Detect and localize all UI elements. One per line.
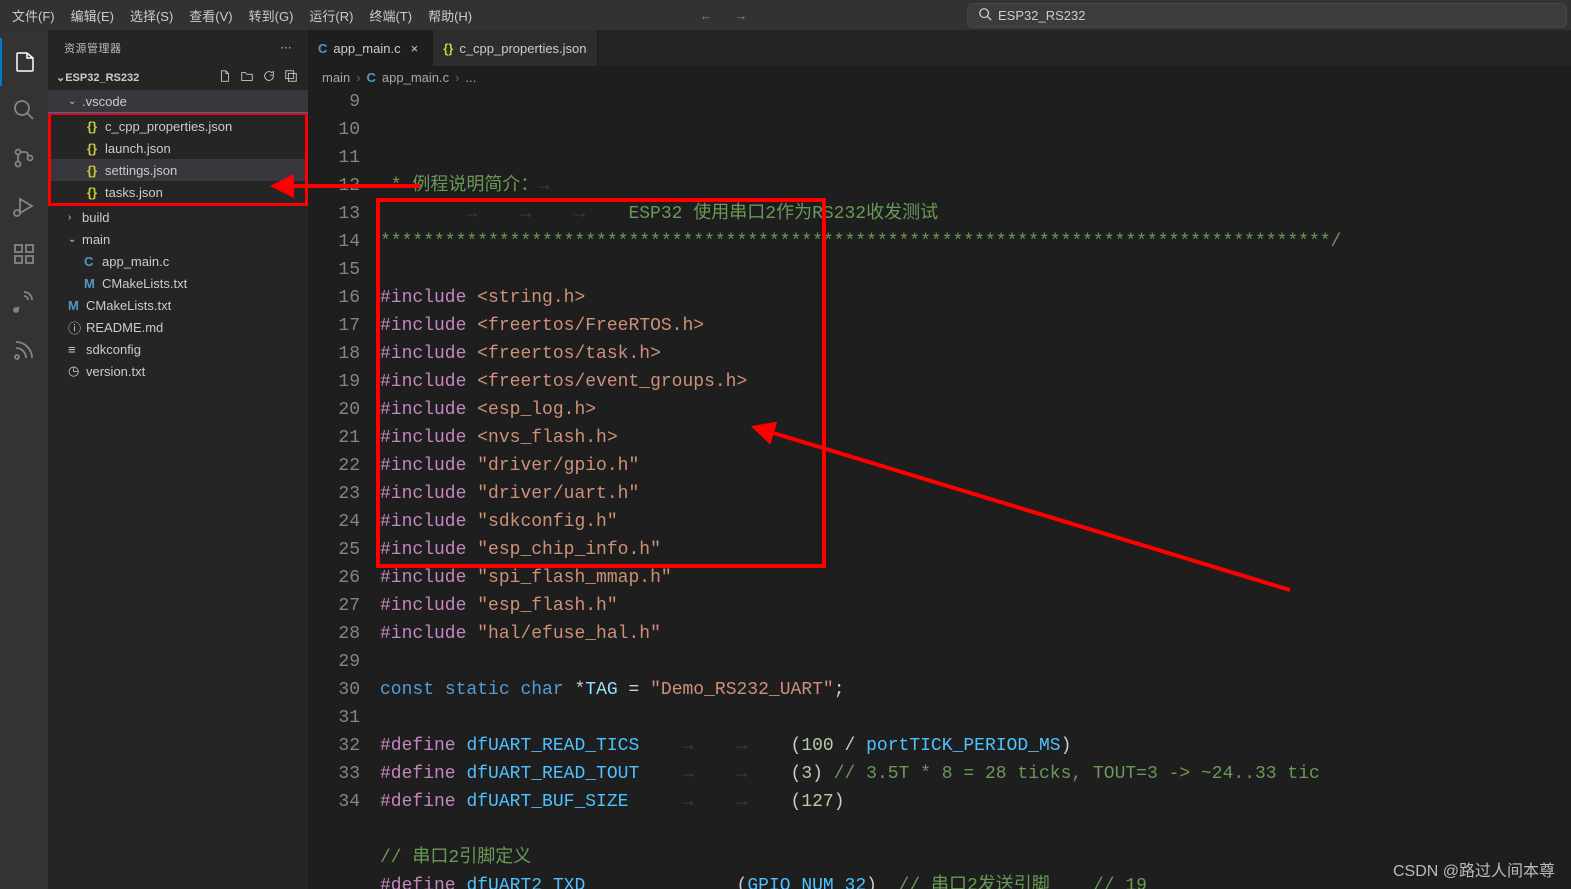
tabs: C app_main.c × {} c_cpp_properties.json	[308, 30, 1571, 66]
search-text: ESP32_RS232	[998, 8, 1085, 23]
menu-item[interactable]: 帮助(H)	[420, 2, 480, 29]
collapse-icon[interactable]	[282, 67, 300, 88]
file-settings-json[interactable]: {} settings.json	[51, 159, 305, 181]
sidebar: 资源管理器 ⋯ ⌄ ESP32_RS232 ⌄ .vscode {} c_cpp…	[48, 30, 308, 889]
json-file-icon: {}	[87, 141, 105, 156]
menu-item[interactable]: 转到(G)	[241, 2, 302, 29]
file-readme[interactable]: ⓘ README.md	[48, 316, 308, 338]
file-cmakelists-main[interactable]: M CMakeLists.txt	[48, 272, 308, 294]
json-file-icon: {}	[87, 119, 105, 134]
nav-back-icon[interactable]: ←	[694, 6, 719, 25]
json-file-icon: {}	[87, 185, 105, 200]
editor-area: C app_main.c × {} c_cpp_properties.json …	[308, 30, 1571, 889]
menu-item[interactable]: 文件(F)	[4, 2, 63, 29]
source-control-icon[interactable]	[0, 134, 48, 182]
search-icon	[978, 7, 992, 24]
search-activity-icon[interactable]	[0, 86, 48, 134]
code-editor[interactable]: 9101112131415161718192021222324252627282…	[308, 88, 1571, 889]
tab-label: c_cpp_properties.json	[459, 41, 586, 56]
extensions-icon[interactable]	[0, 230, 48, 278]
c-file-icon: C	[84, 254, 102, 269]
file-app-main-c[interactable]: C app_main.c	[48, 250, 308, 272]
sidebar-project[interactable]: ⌄ ESP32_RS232	[48, 65, 308, 90]
activity-bar	[0, 30, 48, 889]
chevron-right-icon: ›	[455, 70, 459, 85]
json-file-icon: {}	[87, 163, 105, 178]
menu-item[interactable]: 编辑(E)	[63, 2, 122, 29]
file-sdkconfig[interactable]: ≡ sdkconfig	[48, 338, 308, 360]
run-debug-icon[interactable]	[0, 182, 48, 230]
chevron-down-icon: ⌄	[68, 96, 82, 107]
file-tree: ⌄ .vscode {} c_cpp_properties.json {} la…	[48, 90, 308, 889]
explorer-icon[interactable]	[0, 38, 48, 86]
nav-forward-icon[interactable]: →	[729, 6, 754, 25]
json-file-icon: {}	[443, 41, 453, 56]
chevron-down-icon: ⌄	[56, 71, 65, 84]
project-name: ESP32_RS232	[65, 72, 139, 84]
tab-label: app_main.c	[333, 41, 400, 56]
refresh-icon[interactable]	[260, 67, 278, 88]
menu-item[interactable]: 终端(T)	[361, 2, 420, 29]
c-file-icon: C	[318, 41, 327, 56]
file-version-txt[interactable]: ◷ version.txt	[48, 360, 308, 382]
menubar: 文件(F)编辑(E)选择(S)查看(V)转到(G)运行(R)终端(T)帮助(H)…	[0, 0, 1571, 30]
chevron-down-icon: ⌄	[68, 234, 82, 245]
tab-app-main[interactable]: C app_main.c ×	[308, 30, 433, 66]
menu-item[interactable]: 选择(S)	[122, 2, 181, 29]
line-gutter: 9101112131415161718192021222324252627282…	[308, 88, 380, 889]
esp-icon[interactable]	[0, 278, 48, 326]
file-cmakelists-root[interactable]: M CMakeLists.txt	[48, 294, 308, 316]
cmake-file-icon: M	[68, 298, 86, 313]
file-c-cpp-properties[interactable]: {} c_cpp_properties.json	[51, 115, 305, 137]
breadcrumbs[interactable]: main › C app_main.c › ...	[308, 66, 1571, 88]
new-folder-icon[interactable]	[238, 67, 256, 88]
search-box[interactable]: ESP32_RS232	[967, 3, 1567, 28]
tab-c-cpp-properties[interactable]: {} c_cpp_properties.json	[433, 30, 597, 66]
folder-vscode[interactable]: ⌄ .vscode	[48, 90, 308, 112]
sidebar-more-icon[interactable]: ⋯	[281, 41, 293, 54]
breadcrumb-item[interactable]: main	[322, 70, 350, 85]
red-highlight-box: {} c_cpp_properties.json {} launch.json …	[48, 112, 308, 206]
info-file-icon: ⓘ	[68, 318, 86, 337]
breadcrumb-item[interactable]: ...	[465, 70, 476, 85]
sidebar-title: 资源管理器	[64, 40, 122, 56]
chevron-right-icon: ›	[356, 70, 360, 85]
breadcrumb-item[interactable]: app_main.c	[382, 70, 449, 85]
file-launch-json[interactable]: {} launch.json	[51, 137, 305, 159]
remote-icon[interactable]	[0, 326, 48, 374]
c-file-icon: C	[367, 70, 376, 85]
folder-main[interactable]: ⌄ main	[48, 228, 308, 250]
close-icon[interactable]: ×	[407, 41, 423, 56]
menu-item[interactable]: 运行(R)	[301, 2, 361, 29]
file-tasks-json[interactable]: {} tasks.json	[51, 181, 305, 203]
chevron-right-icon: ›	[68, 212, 82, 223]
folder-build[interactable]: › build	[48, 206, 308, 228]
clock-file-icon: ◷	[68, 363, 86, 379]
new-file-icon[interactable]	[216, 67, 234, 88]
watermark: CSDN @路过人间本尊	[1393, 857, 1555, 881]
sidebar-header: 资源管理器 ⋯	[48, 30, 308, 65]
menubar-items: 文件(F)编辑(E)选择(S)查看(V)转到(G)运行(R)终端(T)帮助(H)	[4, 2, 480, 29]
text-file-icon: ≡	[68, 342, 86, 357]
code-content[interactable]: * 例程说明简介：→ → → → ESP32 使用串口2作为RS232收发测试*…	[380, 88, 1571, 889]
menu-item[interactable]: 查看(V)	[181, 2, 240, 29]
cmake-file-icon: M	[84, 276, 102, 291]
